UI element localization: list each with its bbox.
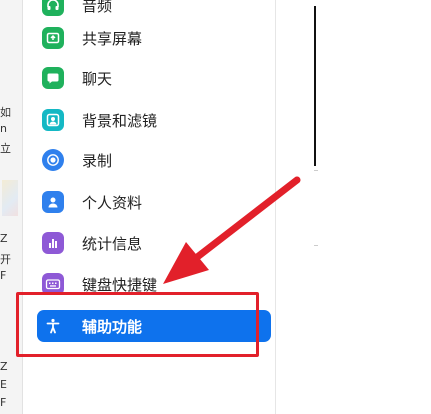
- headphones-icon: [42, 0, 64, 16]
- background-person-icon: [42, 109, 64, 131]
- background-text: F: [0, 396, 7, 409]
- sidebar-item-label: 录制: [82, 151, 113, 170]
- sidebar-item-profile[interactable]: 个人资料: [37, 186, 271, 218]
- settings-content-pane: [276, 0, 431, 414]
- stats-bar-chart-icon: [42, 232, 64, 254]
- sidebar-item-recording[interactable]: 录制: [37, 144, 271, 176]
- sidebar-item-label: 音频: [82, 0, 113, 15]
- sidebar-item-chat[interactable]: 聊天: [37, 62, 271, 94]
- sidebar-item-share-screen[interactable]: 共享屏幕: [37, 22, 271, 54]
- sidebar-item-label: 共享屏幕: [82, 29, 143, 48]
- background-text: Z: [0, 360, 8, 373]
- content-tick-mark: [314, 245, 318, 246]
- sidebar-item-statistics[interactable]: 统计信息: [37, 227, 271, 259]
- sidebar-item-audio[interactable]: 音频: [37, 0, 271, 21]
- record-icon: [42, 149, 64, 171]
- background-text: 立: [0, 142, 11, 155]
- share-screen-icon: [42, 27, 64, 49]
- sidebar-item-label: 统计信息: [82, 234, 143, 253]
- content-divider: [314, 6, 316, 166]
- background-text: Z: [0, 232, 8, 245]
- chat-bubble-icon: [42, 67, 64, 89]
- sidebar-item-label: 聊天: [82, 69, 113, 88]
- annotation-highlight-box: [16, 292, 259, 357]
- sidebar-item-label: 个人资料: [82, 193, 143, 212]
- background-text: E: [0, 378, 7, 391]
- background-text: F: [0, 269, 7, 282]
- background-text: 开: [0, 253, 11, 266]
- background-text: 如: [0, 106, 11, 119]
- sidebar-item-background-filters[interactable]: 背景和滤镜: [37, 104, 271, 136]
- background-map-fragment: [2, 180, 18, 216]
- settings-sidebar: 音频 共享屏幕 聊天 背景和滤镜 录制 个人资料 统计信息 键盘快捷键 辅助功能: [16, 0, 276, 414]
- profile-user-icon: [42, 191, 64, 213]
- background-text: n: [0, 122, 7, 135]
- content-tick-mark: [314, 170, 318, 171]
- sidebar-item-label: 背景和滤镜: [82, 111, 158, 130]
